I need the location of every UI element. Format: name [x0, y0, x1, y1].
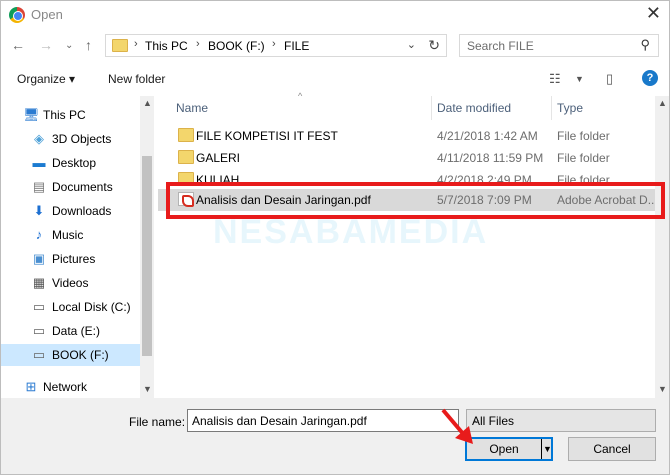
cube-icon: ◈ — [34, 131, 44, 146]
sidebar-item-label: Local Disk (C:) — [52, 300, 131, 314]
chevron-down-icon[interactable]: ▼ — [575, 74, 584, 84]
scrollbar-thumb[interactable] — [142, 156, 152, 356]
sidebar-item-label: 3D Objects — [52, 132, 112, 146]
table-row[interactable]: GALERI 4/11/2018 11:59 PM File folder — [158, 147, 655, 169]
column-header-date[interactable]: Date modified — [437, 101, 511, 115]
sidebar-scrollbar[interactable]: ▲ ▼ — [140, 96, 154, 398]
file-name: GALERI — [196, 151, 241, 165]
sidebar-item-label: This PC — [43, 108, 86, 122]
file-name: FILE KOMPETISI IT FEST — [196, 129, 338, 143]
download-icon: ⬇ — [33, 203, 45, 218]
column-header-type[interactable]: Type — [557, 101, 583, 115]
file-date: 4/11/2018 11:59 PM — [437, 151, 544, 165]
window-title: Open — [31, 7, 63, 22]
chevron-right-icon[interactable]: › — [134, 38, 138, 50]
refresh-icon[interactable]: ↻ — [428, 37, 440, 54]
file-name-input[interactable]: Analisis dan Desain Jaringan.pdf — [187, 409, 459, 432]
scroll-up-icon[interactable]: ▲ — [658, 98, 667, 108]
column-divider[interactable] — [431, 96, 432, 120]
view-options-icon[interactable]: ☷ — [549, 71, 561, 87]
chevron-down-icon[interactable]: ⌄ — [407, 38, 416, 51]
sidebar-item-videos[interactable]: ▦ Videos — [1, 272, 140, 294]
breadcrumb-book-drive[interactable]: BOOK (F:) — [208, 39, 265, 53]
forward-arrow-icon[interactable]: → — [39, 37, 53, 53]
chrome-icon — [9, 7, 25, 23]
sidebar-item-book-f[interactable]: ▭ BOOK (F:) — [1, 344, 140, 366]
new-folder-button[interactable]: New folder — [108, 72, 165, 86]
red-pointer-arrow-icon — [441, 408, 473, 444]
chevron-down-icon: ⌄ — [472, 414, 482, 426]
sidebar-item-network[interactable]: ⊞ Network — [1, 376, 140, 398]
pictures-icon: ▣ — [32, 251, 46, 266]
sidebar-item-documents[interactable]: ▤ Documents — [1, 176, 140, 198]
sidebar-item-this-pc[interactable]: 🖥 This PC — [1, 104, 140, 126]
search-input[interactable]: Search FILE ⚲ — [459, 34, 659, 57]
sidebar-item-label: Downloads — [52, 204, 112, 218]
network-icon: ⊞ — [25, 379, 37, 394]
drive-icon: ▭ — [32, 323, 46, 338]
sidebar-item-label: Videos — [52, 276, 89, 290]
file-list-scrollbar[interactable]: ▲ ▼ — [655, 96, 669, 398]
sidebar-item-label: Documents — [52, 180, 113, 194]
scroll-up-icon[interactable]: ▲ — [143, 98, 152, 108]
sidebar-item-desktop[interactable]: ▬ Desktop — [1, 152, 140, 174]
cancel-button[interactable]: Cancel — [568, 437, 656, 461]
scroll-down-icon[interactable]: ▼ — [658, 384, 667, 394]
drive-icon: ▭ — [32, 347, 46, 362]
column-divider[interactable] — [551, 96, 552, 120]
sort-ascending-icon: ^ — [298, 91, 303, 101]
file-date: 4/21/2018 1:42 AM — [437, 129, 538, 143]
chevron-right-icon[interactable]: › — [272, 38, 276, 50]
file-name-label: File name: — [129, 415, 186, 429]
desktop-icon: ▬ — [32, 155, 46, 170]
videos-icon: ▦ — [32, 275, 46, 290]
back-arrow-icon[interactable]: ← — [11, 37, 25, 53]
split-divider — [541, 439, 542, 459]
table-row[interactable]: FILE KOMPETISI IT FEST 4/21/2018 1:42 AM… — [158, 125, 655, 147]
breadcrumb-this-pc[interactable]: This PC — [145, 39, 188, 53]
computer-icon: 🖥 — [23, 107, 40, 122]
music-icon: ♪ — [35, 227, 43, 242]
file-type: File folder — [557, 151, 610, 165]
preview-pane-icon[interactable]: ▯ — [606, 71, 613, 87]
recent-locations-icon[interactable]: ⌄ — [65, 40, 73, 51]
chevron-down-icon[interactable]: ▼ — [543, 438, 552, 460]
sidebar-item-label: Network — [43, 380, 88, 394]
file-type-select[interactable]: All Files ⌄ — [466, 409, 656, 432]
watermark: NESABAMEDIA — [213, 213, 489, 251]
sidebar-item-data-e[interactable]: ▭ Data (E:) — [1, 320, 140, 342]
address-bar[interactable]: › This PC › BOOK (F:) › FILE ⌄ ↻ — [105, 34, 447, 57]
sidebar-item-label: Music — [52, 228, 84, 242]
breadcrumb-file[interactable]: FILE — [284, 39, 309, 53]
folder-icon — [112, 39, 128, 52]
title-bar: Open ✕ — [1, 1, 669, 29]
search-icon: ⚲ — [640, 37, 650, 52]
file-name-value: Analisis dan Desain Jaringan.pdf — [192, 414, 367, 428]
sidebar-item-label: BOOK (F:) — [52, 348, 109, 362]
up-arrow-icon[interactable]: ↑ — [85, 37, 92, 53]
help-icon[interactable]: ? — [642, 70, 658, 86]
sidebar-item-local-disk-c[interactable]: ▭ Local Disk (C:) — [1, 296, 140, 318]
command-bar: Organize ▾ New folder ☷ ▼ ▯ — [1, 65, 669, 93]
documents-icon: ▤ — [32, 179, 46, 194]
search-placeholder: Search FILE — [467, 39, 534, 53]
sidebar-item-downloads[interactable]: ⬇ Downloads — [1, 200, 140, 222]
close-icon[interactable]: ✕ — [646, 3, 661, 24]
chevron-right-icon[interactable]: › — [196, 38, 200, 50]
folder-icon — [178, 128, 194, 142]
folder-icon — [178, 150, 194, 164]
navigation-pane: 🖥 This PC ◈ 3D Objects ▬ Desktop ▤ Docum… — [1, 96, 153, 398]
scroll-down-icon[interactable]: ▼ — [143, 384, 152, 394]
sidebar-item-pictures[interactable]: ▣ Pictures — [1, 248, 140, 270]
column-header-name[interactable]: Name — [176, 101, 208, 115]
drive-icon: ▭ — [32, 299, 46, 314]
sidebar-item-label: Data (E:) — [52, 324, 101, 338]
sidebar-item-music[interactable]: ♪ Music — [1, 224, 140, 246]
sidebar-item-3d-objects[interactable]: ◈ 3D Objects — [1, 128, 140, 150]
file-type: File folder — [557, 129, 610, 143]
open-dialog: Open ✕ ← → ⌄ ↑ › This PC › BOOK (F:) › F… — [0, 0, 670, 475]
sidebar-item-label: Desktop — [52, 156, 97, 170]
organize-button[interactable]: Organize ▾ — [17, 72, 75, 86]
sidebar-item-label: Pictures — [52, 252, 96, 266]
